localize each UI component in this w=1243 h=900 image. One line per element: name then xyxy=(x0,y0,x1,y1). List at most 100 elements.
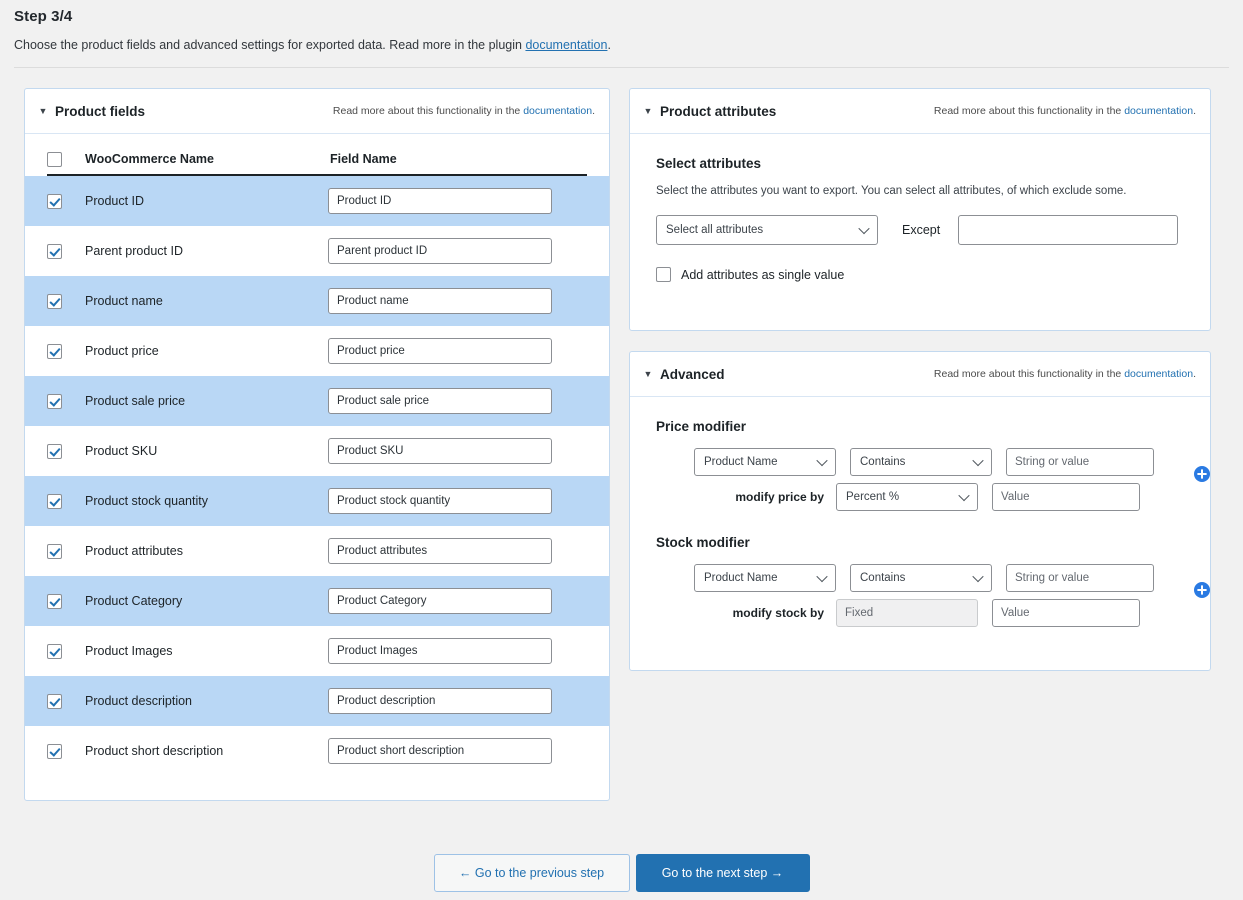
row-field-name-cell xyxy=(328,288,587,314)
row-woocommerce-name: Product description xyxy=(85,694,193,708)
add-stock-modifier-icon[interactable] xyxy=(1194,582,1210,598)
row-field-name-input[interactable] xyxy=(328,488,552,514)
chevron-down-icon[interactable]: ▼ xyxy=(37,106,49,116)
documentation-link[interactable]: documentation xyxy=(523,105,592,117)
product-attributes-body: Select attributes Select the attributes … xyxy=(630,134,1210,282)
price-modifier-condition-row: Product Name Contains xyxy=(656,448,1184,476)
product-attributes-note: Read more about this functionality in th… xyxy=(934,105,1196,117)
previous-step-button[interactable]: ← Go to the previous step xyxy=(433,854,630,892)
row-field-name-input[interactable] xyxy=(328,738,552,764)
row-field-name-cell xyxy=(328,338,587,364)
row-checkbox[interactable] xyxy=(47,193,62,209)
row-woocommerce-name: Parent product ID xyxy=(85,244,183,258)
table-row: Product name xyxy=(25,276,609,326)
stock-modifier-string-input[interactable] xyxy=(1006,564,1154,592)
column-header-woocommerce-name: WooCommerce Name xyxy=(85,152,214,166)
documentation-link[interactable]: documentation xyxy=(525,38,607,52)
note-suffix: . xyxy=(1193,368,1196,380)
advanced-note: Read more about this functionality in th… xyxy=(934,368,1196,380)
row-checkbox-cell xyxy=(47,293,85,309)
row-checkbox[interactable] xyxy=(47,393,62,409)
price-modifier-block: Product Name Contains modify price by Pe… xyxy=(656,448,1210,511)
row-checkbox[interactable] xyxy=(47,493,62,509)
row-checkbox[interactable] xyxy=(47,543,62,559)
table-header-row: WooCommerce Name Field Name xyxy=(47,134,587,176)
product-fields-table: WooCommerce Name Field Name Product ID Pa… xyxy=(25,134,609,776)
page-description-suffix: . xyxy=(607,38,611,52)
table-row: Product Category xyxy=(25,576,609,626)
row-woocommerce-name: Product SKU xyxy=(85,444,158,458)
stock-modifier-action-row: modify stock by xyxy=(656,599,1184,627)
product-fields-panel-header[interactable]: ▼ Product fields Read more about this fu… xyxy=(25,89,609,134)
row-checkbox[interactable] xyxy=(47,743,62,759)
row-field-name-cell xyxy=(328,738,587,764)
row-checkbox[interactable] xyxy=(47,293,62,309)
row-woocommerce-name: Product short description xyxy=(85,744,224,758)
price-modifier-field-dropdown[interactable]: Product Name xyxy=(694,448,836,476)
add-attributes-single-value-checkbox[interactable] xyxy=(656,267,671,282)
row-field-name-input[interactable] xyxy=(328,588,552,614)
row-field-name-cell xyxy=(328,388,587,414)
stock-modifier-field-value: Product Name xyxy=(704,572,778,584)
select-attributes-description: Select the attributes you want to export… xyxy=(656,185,1127,197)
row-checkbox-cell xyxy=(47,743,85,759)
row-checkbox-cell xyxy=(47,693,85,709)
add-attributes-single-value-label: Add attributes as single value xyxy=(681,267,845,282)
select-all-cell xyxy=(47,151,85,167)
row-checkbox[interactable] xyxy=(47,693,62,709)
row-checkbox-cell xyxy=(47,243,85,259)
product-attributes-panel: ▼ Product attributes Read more about thi… xyxy=(629,88,1211,331)
row-checkbox[interactable] xyxy=(47,643,62,659)
row-checkbox-cell xyxy=(47,443,85,459)
add-attributes-single-value-row[interactable]: Add attributes as single value xyxy=(656,267,1184,282)
advanced-panel-header[interactable]: ▼ Advanced Read more about this function… xyxy=(630,352,1210,397)
row-field-name-input[interactable] xyxy=(328,438,552,464)
chevron-down-icon[interactable]: ▼ xyxy=(642,106,654,116)
row-field-name-input[interactable] xyxy=(328,188,552,214)
documentation-link[interactable]: documentation xyxy=(1124,368,1193,380)
select-all-checkbox[interactable] xyxy=(47,151,62,167)
row-woocommerce-name: Product name xyxy=(85,294,163,308)
row-woocommerce-name: Product attributes xyxy=(85,544,183,558)
table-row: Product SKU xyxy=(25,426,609,476)
except-input[interactable] xyxy=(958,215,1179,245)
wizard-navigation: ← Go to the previous step Go to the next… xyxy=(0,854,1243,892)
price-modifier-string-input[interactable] xyxy=(1006,448,1154,476)
row-field-name-input[interactable] xyxy=(328,538,552,564)
row-field-name-input[interactable] xyxy=(328,338,552,364)
product-fields-rows: Product ID Parent product ID Product name P… xyxy=(25,176,609,776)
row-checkbox[interactable] xyxy=(47,443,62,459)
row-field-name-input[interactable] xyxy=(328,688,552,714)
row-field-name-input[interactable] xyxy=(328,638,552,664)
chevron-down-icon[interactable]: ▼ xyxy=(642,369,654,379)
row-checkbox-cell xyxy=(47,593,85,609)
row-field-name-input[interactable] xyxy=(328,388,552,414)
product-attributes-panel-header[interactable]: ▼ Product attributes Read more about thi… xyxy=(630,89,1210,134)
select-all-attributes-dropdown[interactable]: Select all attributes xyxy=(656,215,878,245)
add-price-modifier-icon[interactable] xyxy=(1194,466,1210,482)
stock-modifier-operator-value: Contains xyxy=(860,572,906,584)
row-woocommerce-name: Product ID xyxy=(85,194,145,208)
stock-modifier-operator-dropdown[interactable]: Contains xyxy=(850,564,992,592)
price-modifier-operator-dropdown[interactable]: Contains xyxy=(850,448,992,476)
price-modifier-type-dropdown[interactable]: Percent % xyxy=(836,483,978,511)
product-fields-title: Product fields xyxy=(55,103,146,119)
documentation-link[interactable]: documentation xyxy=(1124,105,1193,117)
row-field-name-input[interactable] xyxy=(328,238,552,264)
row-woocommerce-name: Product sale price xyxy=(85,394,186,408)
page-description-text: Choose the product fields and advanced s… xyxy=(14,38,526,52)
row-checkbox[interactable] xyxy=(47,593,62,609)
next-step-button[interactable]: Go to the next step → xyxy=(635,854,810,892)
table-row: Product ID xyxy=(25,176,609,226)
row-field-name-input[interactable] xyxy=(328,288,552,314)
chevron-down-icon xyxy=(958,489,970,502)
row-checkbox[interactable] xyxy=(47,243,62,259)
stock-modifier-field-dropdown[interactable]: Product Name xyxy=(694,564,836,592)
stock-modifier-value-input[interactable] xyxy=(992,599,1140,627)
stock-modifier-heading: Stock modifier xyxy=(656,535,750,550)
page-title: Step 3/4 xyxy=(14,8,73,25)
row-checkbox[interactable] xyxy=(47,343,62,359)
table-row: Product price xyxy=(25,326,609,376)
price-modifier-value-input[interactable] xyxy=(992,483,1140,511)
price-modifier-heading: Price modifier xyxy=(656,419,747,434)
